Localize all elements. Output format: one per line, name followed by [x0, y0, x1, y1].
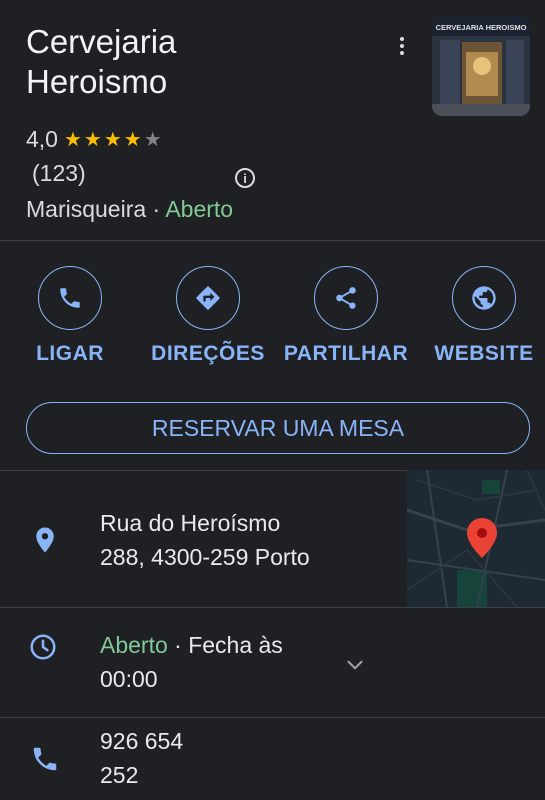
photo-sign: CERVEJARIA HEROISMO [436, 23, 527, 32]
share-button[interactable]: PARTILHAR [281, 266, 411, 366]
clock-icon [30, 634, 56, 660]
star-icon: ★ [103, 129, 122, 151]
call-circle[interactable] [38, 266, 102, 330]
directions-button[interactable]: DIREÇÕES [143, 266, 273, 366]
share-circle[interactable] [314, 266, 378, 330]
divider [0, 607, 545, 608]
rating-value: 4,0 [26, 126, 58, 152]
hours-text: · Fecha às [167, 632, 283, 658]
hours-time: 00:00 [100, 666, 158, 692]
phone-icon [33, 747, 57, 771]
phone-line1: 926 654 [100, 728, 184, 754]
review-count[interactable]: (123) [32, 160, 86, 187]
star-empty-icon: ★ [143, 129, 162, 151]
place-photo[interactable]: CERVEJARIA HEROISMO [432, 16, 530, 116]
phone-icon [60, 288, 80, 308]
reserve-table-button[interactable]: RESERVAR UMA MESA [26, 402, 530, 454]
address[interactable]: Rua do Heroísmo 288, 4300-259 Porto [100, 506, 310, 574]
directions-circle[interactable] [176, 266, 240, 330]
website-circle[interactable] [452, 266, 516, 330]
share-label: PARTILHAR [283, 342, 409, 365]
address-line1: Rua do Heroísmo [100, 510, 281, 536]
opening-hours[interactable]: Aberto · Fecha às 00:00 [100, 628, 283, 696]
divider [0, 240, 545, 241]
rating-stars: ★ ★ ★ ★ ★ [64, 127, 164, 152]
separator: · [146, 196, 166, 222]
place-title: Cervejaria Heroismo [26, 22, 386, 102]
globe-icon [472, 286, 496, 310]
chevron-down-icon[interactable] [342, 652, 368, 678]
phone-number[interactable]: 926 654 252 [100, 724, 183, 792]
directions-label: DIREÇÕES [151, 342, 265, 365]
directions-icon [196, 286, 220, 310]
star-icon: ★ [83, 129, 102, 151]
info-icon[interactable]: i [235, 168, 255, 188]
website-label: WEBSITE [434, 342, 534, 365]
hours-status: Aberto [100, 632, 168, 658]
rating-row: 4,0 ★ ★ ★ ★ ★ [26, 126, 164, 153]
open-status: Aberto [165, 196, 234, 222]
call-button[interactable]: LIGAR [5, 266, 135, 366]
category: Marisqueira [26, 196, 147, 222]
location-pin-icon [36, 527, 54, 553]
place-name-line2: Heroismo [26, 63, 168, 100]
website-button[interactable]: WEBSITE [419, 266, 545, 366]
phone-line2: 252 [100, 762, 139, 788]
star-icon: ★ [123, 129, 142, 151]
call-label: LIGAR [36, 342, 104, 365]
star-icon: ★ [63, 129, 82, 151]
address-line2: 288, 4300-259 Porto [100, 544, 310, 570]
category-status: Marisqueira · Aberto [26, 196, 233, 223]
map-preview[interactable] [407, 470, 545, 607]
divider [0, 717, 545, 718]
share-icon [336, 287, 356, 309]
more-options-icon[interactable] [390, 30, 414, 62]
place-name-line1: Cervejaria [26, 23, 177, 60]
